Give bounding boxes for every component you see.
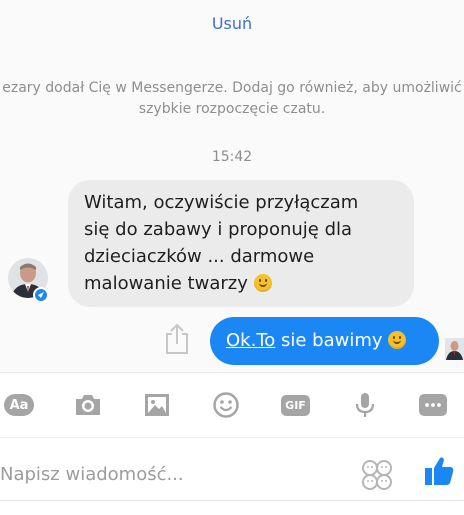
more-icon[interactable] [419, 394, 447, 416]
sender-avatar[interactable] [8, 258, 48, 304]
emoji-icon[interactable] [212, 391, 240, 419]
message-timestamp: 15:42 [211, 149, 253, 165]
message-link[interactable]: Ok.To [226, 330, 275, 351]
cut-off-text: — — — — — — — — — — — — — — — — — — [70, 0, 400, 3]
contact-notice: ezary dodał Cię w Messengerze. Dodaj go … [0, 78, 464, 120]
gallery-icon[interactable] [143, 391, 171, 419]
smiley-emoji-icon [388, 331, 407, 349]
seen-avatar [445, 338, 464, 360]
message-line-2: się do zabawy i proponuję dla [84, 219, 353, 240]
message-line-1: Witam, oczywiście przyłączam [84, 192, 359, 213]
share-icon[interactable] [163, 322, 191, 356]
notice-line-2: szybkie rozpoczęcie czatu. [138, 101, 326, 117]
like-thumb-icon[interactable] [423, 454, 455, 488]
incoming-message[interactable]: Witam, oczywiście przyłączam się do zaba… [68, 180, 414, 307]
microphone-icon[interactable] [353, 391, 377, 419]
conversation-area: — — — — — — — — — — — — — — — — — — Usuń… [0, 0, 464, 372]
smiley-emoji-icon [253, 274, 272, 292]
message-line-4: malowanie twarzy [84, 270, 398, 297]
message-input[interactable] [0, 460, 340, 488]
aa-icon[interactable]: Aa [4, 394, 34, 416]
sticker-emoji-icon[interactable] [360, 458, 394, 492]
gif-icon[interactable]: GIF [281, 395, 310, 416]
outgoing-message[interactable]: Ok.To sie bawimy [210, 317, 439, 365]
remove-link[interactable]: Usuń [0, 14, 464, 33]
notice-line-1: ezary dodał Cię w Messengerze. Dodaj go … [2, 80, 462, 96]
message-line-3: dzieciaczków ... darmowe [84, 246, 315, 267]
outgoing-message-text: sie bawimy [275, 330, 383, 351]
camera-icon[interactable] [73, 391, 103, 419]
bottom-divider [0, 500, 464, 501]
composer [0, 437, 464, 515]
message-line-4-text: malowanie twarzy [84, 273, 248, 294]
composer-toolbar: Aa GIF [0, 372, 464, 437]
